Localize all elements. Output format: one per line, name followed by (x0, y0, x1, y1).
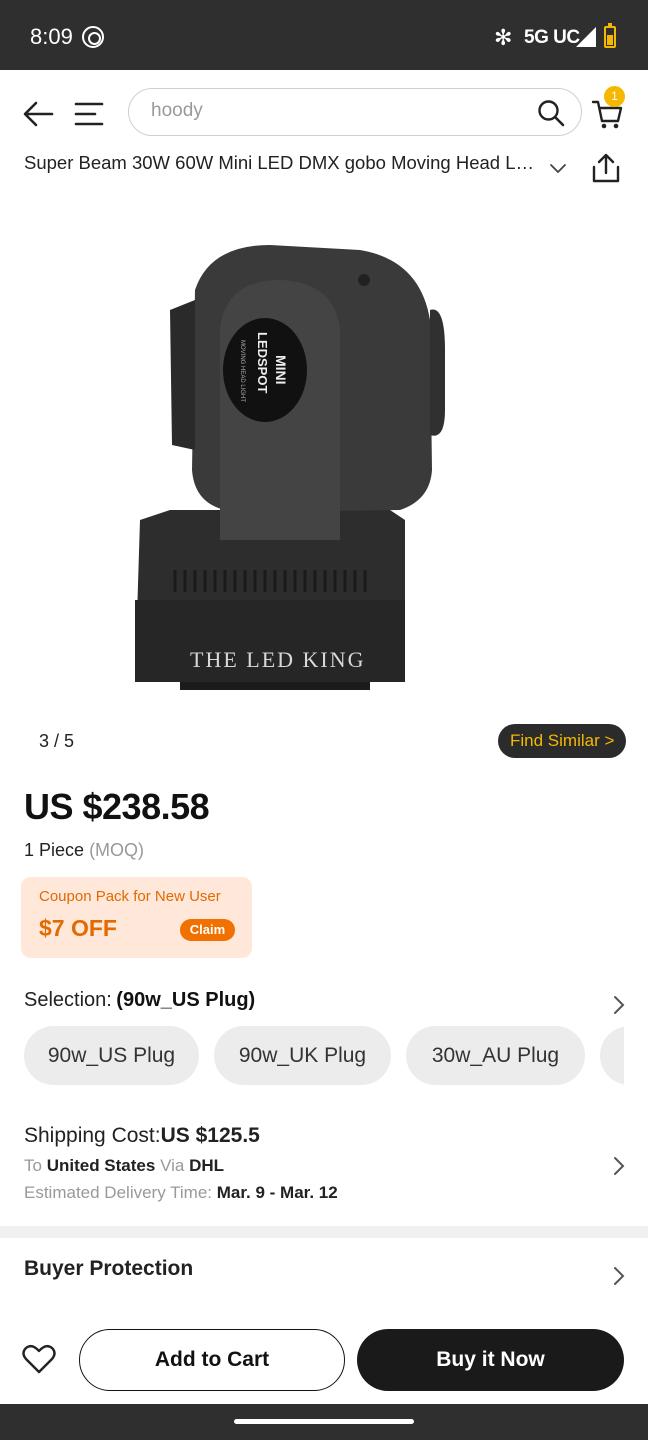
shipping-cost[interactable]: Shipping Cost:US $125.5 (24, 1124, 260, 1148)
menu-icon[interactable] (73, 100, 105, 128)
price: US $238.58 (24, 786, 210, 827)
image-counter: 3 / 5 (39, 731, 75, 751)
section-divider (0, 1226, 648, 1238)
shipping-carrier: DHL (189, 1156, 225, 1175)
option-90w-uk-plug[interactable]: 90w_UK Plug (214, 1026, 391, 1085)
shipping-eta-value: Mar. 9 - Mar. 12 (216, 1183, 338, 1202)
shipping-to-label: To (24, 1156, 42, 1175)
moq: 1 Piece (MOQ) (24, 840, 144, 861)
selection-options: 90w_US Plug 90w_UK Plug 30w_AU Plug (24, 1026, 624, 1086)
claim-button[interactable]: Claim (180, 919, 235, 941)
selection-row[interactable]: Selection: (90w_US Plug) (24, 989, 628, 1017)
shipping-eta-label: Estimated Delivery Time: (24, 1183, 212, 1202)
network-label: 5G UC (524, 27, 580, 48)
search-input[interactable] (151, 100, 511, 122)
status-bar: 8:09 ✻ 5G UC (0, 0, 648, 70)
image-label-line1: MINI (273, 355, 289, 385)
product-title: Super Beam 30W 60W Mini LED DMX gobo Mov… (24, 152, 534, 173)
shipping-cost-value: US $125.5 (160, 1124, 260, 1147)
shipping-cost-label: Shipping Cost: (24, 1124, 161, 1147)
chevron-right-icon (614, 996, 625, 1014)
option-90w-us-plug[interactable]: 90w_US Plug (24, 1026, 199, 1085)
image-label-line3: MOVING HEAD LIGHT (239, 340, 245, 402)
option-30w-au-plug[interactable]: 30w_AU Plug (406, 1026, 585, 1085)
heart-icon[interactable] (22, 1343, 56, 1375)
shipping-eta: Estimated Delivery Time: Mar. 9 - Mar. 1… (24, 1183, 338, 1203)
chevron-down-icon[interactable] (549, 160, 567, 178)
coupon-label: Coupon Pack for New User (39, 888, 221, 905)
coupon-card[interactable]: Coupon Pack for New User $7 OFF Claim (21, 877, 252, 958)
search-icon[interactable] (537, 99, 565, 127)
bluetooth-icon: ✻ (494, 25, 513, 50)
shipping-via-label: Via (160, 1156, 185, 1175)
selection-value: (90w_US Plug) (116, 989, 256, 1011)
shipping-destination: United States (46, 1156, 156, 1175)
home-indicator[interactable] (234, 1419, 414, 1424)
image-watermark: THE LED KING (190, 647, 366, 672)
selection-label: Selection: (24, 989, 112, 1011)
buyer-protection-heading[interactable]: Buyer Protection (24, 1257, 193, 1281)
buy-now-button[interactable]: Buy it Now (357, 1329, 624, 1391)
add-to-cart-button[interactable]: Add to Cart (79, 1329, 345, 1391)
product-image[interactable]: MINI LEDSPOT MOVING HEAD LIGHT THE LED K… (100, 220, 550, 700)
search-bar[interactable] (128, 88, 582, 136)
image-label-line2: LEDSPOT (255, 332, 270, 393)
quantity-text: 1 Piece (24, 840, 85, 860)
signal-icon (576, 27, 596, 47)
share-icon[interactable] (591, 152, 621, 184)
find-similar-button[interactable]: Find Similar > (498, 724, 627, 758)
system-nav-bar (0, 1404, 648, 1440)
battery-icon (604, 23, 616, 48)
shipping-route: To United States Via DHL (24, 1156, 224, 1176)
status-time: 8:09 (30, 24, 73, 49)
coupon-amount: $7 OFF (39, 915, 117, 941)
back-arrow-icon[interactable] (22, 100, 54, 128)
moq-note: (MOQ) (89, 840, 145, 860)
hotspot-icon (82, 26, 104, 48)
chevron-right-icon[interactable] (612, 1266, 626, 1286)
cart-count-badge: 1 (604, 86, 625, 107)
option-more[interactable] (600, 1026, 624, 1085)
chevron-right-icon[interactable] (612, 1156, 626, 1176)
